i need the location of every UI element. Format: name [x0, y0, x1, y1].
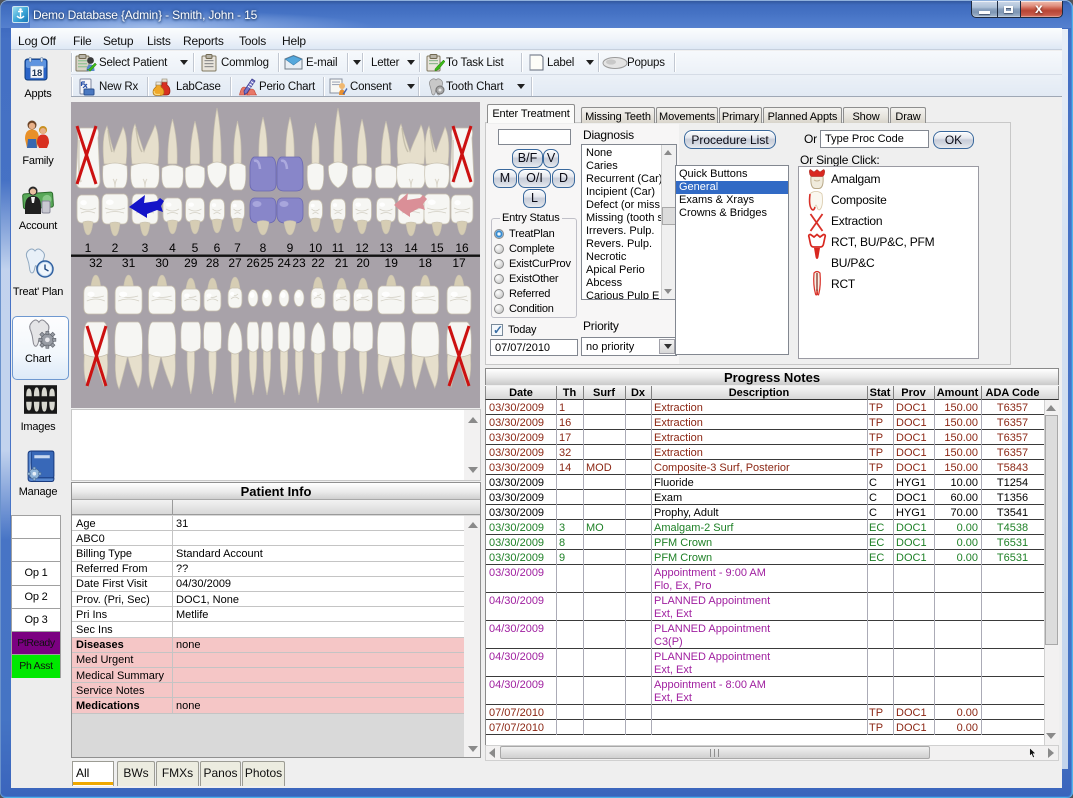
svg-text:18: 18	[419, 256, 433, 270]
svg-text:8: 8	[260, 241, 267, 255]
svg-text:16: 16	[455, 241, 469, 255]
svg-text:4: 4	[169, 241, 176, 255]
svg-text:25: 25	[260, 256, 274, 270]
svg-text:23: 23	[292, 256, 306, 270]
svg-text:12: 12	[355, 241, 369, 255]
svg-text:17: 17	[452, 256, 466, 270]
svg-text:3: 3	[142, 241, 149, 255]
svg-text:30: 30	[155, 256, 169, 270]
svg-text:21: 21	[335, 256, 349, 270]
svg-text:7: 7	[234, 241, 241, 255]
svg-text:5: 5	[192, 241, 199, 255]
svg-text:6: 6	[214, 241, 221, 255]
svg-text:28: 28	[206, 256, 220, 270]
svg-text:29: 29	[184, 256, 198, 270]
svg-text:19: 19	[385, 256, 399, 270]
svg-text:14: 14	[404, 241, 418, 255]
svg-text:1: 1	[85, 241, 92, 255]
svg-text:31: 31	[122, 256, 136, 270]
svg-text:26: 26	[246, 256, 260, 270]
svg-text:15: 15	[430, 241, 444, 255]
svg-text:22: 22	[311, 256, 325, 270]
svg-text:24: 24	[277, 256, 291, 270]
svg-text:32: 32	[89, 256, 103, 270]
svg-text:10: 10	[309, 241, 323, 255]
svg-text:2: 2	[112, 241, 119, 255]
svg-text:18: 18	[32, 68, 43, 79]
svg-text:11: 11	[332, 241, 345, 255]
svg-text:27: 27	[228, 256, 242, 270]
svg-text:20: 20	[356, 256, 370, 270]
svg-text:9: 9	[287, 241, 294, 255]
svg-text:13: 13	[379, 241, 393, 255]
